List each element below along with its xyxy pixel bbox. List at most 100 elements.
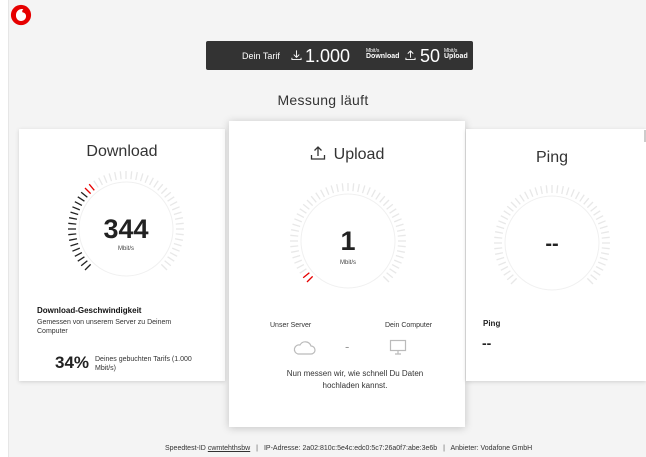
ping-gauge-tick <box>498 261 507 266</box>
upload-gauge-tick <box>290 250 300 253</box>
download-gauge-tick <box>160 263 168 271</box>
download-gauge-tick <box>173 242 182 247</box>
download-gauge-tick <box>157 183 164 191</box>
ping-gauge-tick <box>586 277 594 285</box>
ping-gauge-tick <box>519 194 525 202</box>
download-gauge-tick <box>68 238 78 241</box>
download-gauge-tick <box>144 175 149 184</box>
upload-gauge-tick <box>395 223 404 228</box>
ping-gauge-tick <box>593 210 601 216</box>
ping-gauge-tick <box>590 205 598 212</box>
download-speed-heading: Download-Geschwindigkeit <box>37 306 142 315</box>
speedtest-id-label: Speedtest-ID <box>165 445 206 452</box>
provider-value: Vodafone GmbH <box>480 445 533 452</box>
ping-gauge-tick <box>601 236 610 239</box>
ping-gauge-tick <box>600 252 610 255</box>
ping-gauge-tick <box>496 225 505 230</box>
download-gauge-tick <box>114 171 117 181</box>
measurement-status: Messung läuft <box>277 92 369 108</box>
upload-gauge-tick <box>382 199 390 207</box>
provider-label: Anbieter: <box>450 445 479 452</box>
ping-gauge-tick <box>503 210 511 216</box>
upload-gauge-tick <box>336 183 339 193</box>
download-gauge-tick <box>135 171 138 181</box>
download-gauge-tick <box>174 238 184 241</box>
upload-gauge-tick <box>290 234 299 237</box>
speedtest-id-value[interactable]: cwmtehthsbw <box>208 445 250 452</box>
ping-gauge-tick <box>565 187 570 196</box>
download-gauge-tick <box>88 183 95 191</box>
upload-gauge-tick <box>341 183 344 192</box>
download-gauge-tick <box>70 211 79 216</box>
download-gauge-tick <box>80 260 88 267</box>
ping-gauge-tick <box>506 274 514 281</box>
upload-gauge-tick <box>290 245 299 248</box>
ping-gauge-tick <box>545 185 548 194</box>
upload-gauge-tick <box>296 213 305 219</box>
upload-gauge-tick <box>302 272 310 279</box>
ping-gauge-tick <box>506 205 514 212</box>
download-gauge-tick <box>84 187 92 195</box>
upload-gauge-tick <box>294 218 303 223</box>
upload-gauge-tick <box>396 229 406 232</box>
download-gauge-tick <box>72 206 81 211</box>
upload-gauge-tick <box>296 263 305 269</box>
ping-gauge-tick <box>524 191 530 200</box>
upload-gauge-tick <box>370 189 376 198</box>
download-gauge-tick <box>103 175 108 184</box>
download-title: Download <box>86 143 158 160</box>
ping-gauge-tick <box>590 274 598 281</box>
vodafone-logo-icon[interactable] <box>10 4 32 26</box>
computer-icon <box>389 339 407 355</box>
upload-gauge-tick <box>393 259 402 264</box>
top-bar <box>9 0 646 36</box>
tariff-upload-value: 50 <box>420 46 441 66</box>
download-gauge-tick <box>148 177 154 186</box>
footer-info: Speedtest-ID cwmtehthsbw | IP-Adresse: 2… <box>165 445 533 452</box>
download-speed-value: 344 <box>103 214 148 244</box>
ping-gauge-tick <box>494 236 503 239</box>
ping-gauge-value: -- <box>545 233 558 255</box>
ping-gauge-tick <box>514 197 521 205</box>
upload-gauge-tick <box>382 275 390 283</box>
upload-title-row: Upload <box>229 145 465 164</box>
download-gauge-tick <box>171 247 180 252</box>
upload-gauge-tick <box>386 203 394 210</box>
ping-gauge-tick <box>574 191 580 200</box>
download-gauge: 344 Mbit/s <box>68 171 184 277</box>
download-gauge-tick <box>167 256 175 262</box>
download-gauge-tick <box>130 171 133 180</box>
upload-gauge-tick <box>389 268 397 274</box>
ip-label: IP-Adresse: <box>263 445 301 452</box>
ping-gauge-tick <box>597 220 606 225</box>
upload-gauge-tick <box>396 250 406 253</box>
download-gauge-tick <box>119 171 122 180</box>
download-gauge-tick <box>160 187 168 195</box>
ping-gauge-tick <box>529 189 534 198</box>
download-icon <box>291 50 302 61</box>
download-gauge-tick <box>164 191 172 198</box>
download-gauge-tick <box>169 201 178 207</box>
upload-gauge-tick <box>397 234 406 237</box>
upload-title: Upload <box>333 146 385 163</box>
cloud-server-icon <box>293 341 316 355</box>
upload-speed-value: 1 <box>340 226 355 256</box>
download-percent-description: Deines gebuchten Tarifs (1.000 Mbit/s) <box>95 356 192 372</box>
download-gauge-tick <box>84 263 92 271</box>
ping-gauge-tick <box>500 215 509 221</box>
download-gauge-tick <box>108 173 113 182</box>
ping-gauge-tick <box>494 231 504 234</box>
ping-gauge-tick <box>579 194 585 202</box>
tariff-bar: Dein Tarif 1.000 Mbit/s Download 50 Mbit/… <box>206 41 473 70</box>
ping-gauge: -- <box>494 185 610 291</box>
upload-gauge-tick <box>292 254 301 259</box>
upload-message: Nun messen wir, wie schnell Du Daten hoc… <box>286 369 424 390</box>
ip-value: 2a02:810c:5e4c:edc0:5c7:26a0f7:abe:3e6b <box>302 445 438 452</box>
ping-gauge-tick <box>494 247 503 250</box>
download-speed-description: Gemessen von unserem Server zu Deinem Co… <box>37 319 172 335</box>
upload-gauge-tick <box>306 199 314 207</box>
download-gauge-tick <box>175 222 184 225</box>
upload-gauge-tick <box>391 263 400 269</box>
upload-gauge-tick <box>361 185 366 194</box>
ping-gauge-tick <box>498 220 507 225</box>
